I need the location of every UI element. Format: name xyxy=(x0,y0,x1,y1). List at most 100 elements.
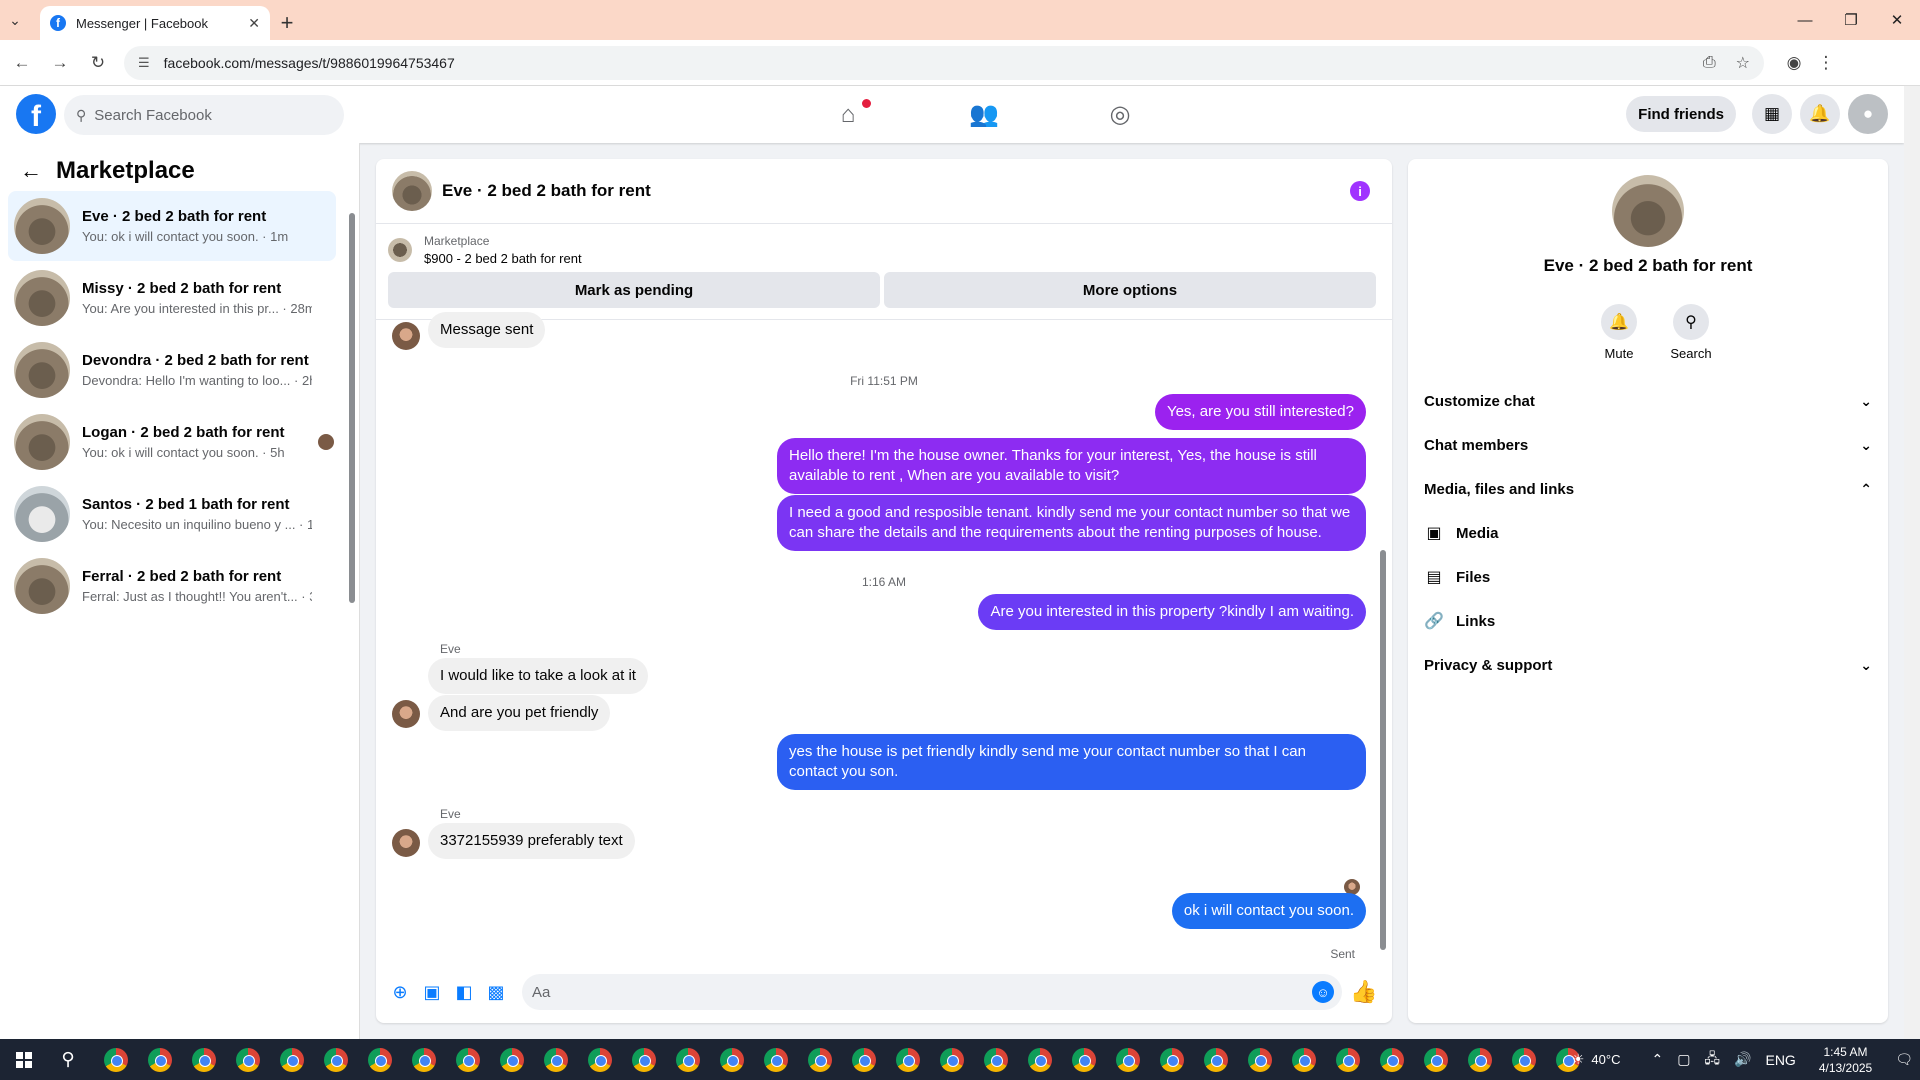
conversation-list-scrollbar[interactable] xyxy=(348,193,356,613)
thumbs-up-icon[interactable]: 👍 xyxy=(1350,979,1377,1005)
facebook-search-input[interactable]: ⚲ Search Facebook xyxy=(64,95,344,135)
back-icon[interactable]: ← xyxy=(6,47,38,79)
groups-icon[interactable]: ◎ xyxy=(1052,86,1188,143)
url-input[interactable]: ☰ facebook.com/messages/t/98860199647534… xyxy=(124,45,1764,80)
page-scrollbar[interactable] xyxy=(1904,86,1920,1039)
files-item[interactable]: ▤ Files xyxy=(1424,555,1872,599)
info-icon[interactable]: i xyxy=(1350,181,1370,201)
plus-icon[interactable]: ⊕ xyxy=(384,976,416,1008)
conversation-item[interactable]: Logan · 2 bed 2 bath for rent You: ok i w… xyxy=(8,407,336,477)
listing-thumbnail[interactable] xyxy=(388,238,412,262)
chrome-taskbar-icon[interactable] xyxy=(1150,1039,1194,1080)
mark-as-pending-button[interactable]: Mark as pending xyxy=(388,272,880,308)
chrome-taskbar-icon[interactable] xyxy=(94,1039,138,1080)
back-arrow-icon[interactable]: ← xyxy=(20,158,42,184)
tab-search-icon[interactable]: ⌄ xyxy=(0,0,30,40)
chrome-taskbar-icon[interactable] xyxy=(622,1039,666,1080)
search-button[interactable]: ⚲ Search xyxy=(1655,304,1727,361)
chrome-taskbar-icon[interactable] xyxy=(1194,1039,1238,1080)
menu-grid-icon[interactable]: ▦ xyxy=(1752,94,1792,134)
meet-icon[interactable]: ▢ xyxy=(1677,1051,1690,1068)
menu-kebab-icon[interactable]: ⋮ xyxy=(1810,53,1842,73)
scrollbar-thumb[interactable] xyxy=(1380,550,1386,950)
listing-price[interactable]: $900 - 2 bed 2 bath for rent xyxy=(424,251,582,266)
start-button[interactable] xyxy=(0,1039,48,1080)
media-files-links-section[interactable]: Media, files and links ⌃ xyxy=(1424,467,1872,511)
new-tab-icon[interactable]: + xyxy=(270,6,304,40)
chrome-taskbar-icon[interactable] xyxy=(1370,1039,1414,1080)
more-options-button[interactable]: More options xyxy=(884,272,1376,308)
chrome-taskbar-icon[interactable] xyxy=(1018,1039,1062,1080)
chrome-taskbar-icon[interactable] xyxy=(1238,1039,1282,1080)
weather-icon[interactable]: ☀ xyxy=(1572,1051,1585,1068)
gif-icon[interactable]: ▩ xyxy=(480,976,512,1008)
chrome-taskbar-icon[interactable] xyxy=(798,1039,842,1080)
bookmark-star-icon[interactable]: ☆ xyxy=(1736,53,1750,73)
chevron-up-icon[interactable]: ⌃ xyxy=(1651,1051,1663,1068)
profile-icon[interactable]: ◉ xyxy=(1778,53,1810,73)
site-info-icon[interactable]: ☰ xyxy=(138,55,150,71)
forward-icon[interactable]: → xyxy=(44,47,76,79)
chrome-taskbar-icon[interactable] xyxy=(270,1039,314,1080)
emoji-icon[interactable]: ☺ xyxy=(1312,981,1334,1003)
taskbar-search-icon[interactable]: ⚲ xyxy=(48,1049,88,1070)
chrome-taskbar-icon[interactable] xyxy=(842,1039,886,1080)
notifications-bell-icon[interactable]: 🔔 xyxy=(1800,94,1840,134)
chrome-taskbar-icon[interactable] xyxy=(1282,1039,1326,1080)
media-item[interactable]: ▣ Media xyxy=(1424,511,1872,555)
chrome-taskbar-icon[interactable] xyxy=(1414,1039,1458,1080)
chrome-taskbar-icon[interactable] xyxy=(358,1039,402,1080)
chat-avatar[interactable] xyxy=(392,171,432,211)
browser-tab[interactable]: f Messenger | Facebook ✕ xyxy=(40,6,270,40)
chrome-taskbar-icon[interactable] xyxy=(226,1039,270,1080)
links-item[interactable]: 🔗 Links xyxy=(1424,599,1872,643)
conversation-item[interactable]: Santos · 2 bed 1 bath for rent You: Neces… xyxy=(8,479,336,549)
close-window-icon[interactable]: ✕ xyxy=(1874,0,1920,40)
chrome-taskbar-icon[interactable] xyxy=(886,1039,930,1080)
chrome-taskbar-icon[interactable] xyxy=(666,1039,710,1080)
account-avatar[interactable]: ● xyxy=(1848,94,1888,134)
chrome-taskbar-icon[interactable] xyxy=(578,1039,622,1080)
volume-icon[interactable]: 🔊 xyxy=(1734,1051,1751,1068)
chrome-taskbar-icon[interactable] xyxy=(402,1039,446,1080)
restore-icon[interactable]: ❐ xyxy=(1828,0,1874,40)
chrome-taskbar-icon[interactable] xyxy=(754,1039,798,1080)
conversation-item[interactable]: Eve · 2 bed 2 bath for rent You: ok i wil… xyxy=(8,191,336,261)
chrome-taskbar-icon[interactable] xyxy=(1106,1039,1150,1080)
chrome-taskbar-icon[interactable] xyxy=(974,1039,1018,1080)
chrome-taskbar-icon[interactable] xyxy=(446,1039,490,1080)
friends-icon[interactable]: 👥 xyxy=(916,86,1052,143)
customize-chat-section[interactable]: Customize chat ⌄ xyxy=(1424,379,1872,423)
message-input[interactable]: Aa ☺ xyxy=(522,974,1342,1010)
chrome-taskbar-icon[interactable] xyxy=(490,1039,534,1080)
notification-center-icon[interactable]: 🗨 xyxy=(1895,1051,1913,1068)
chrome-taskbar-icon[interactable] xyxy=(930,1039,974,1080)
temperature[interactable]: 40°C xyxy=(1591,1052,1620,1067)
chrome-taskbar-icon[interactable] xyxy=(1502,1039,1546,1080)
chrome-taskbar-icon[interactable] xyxy=(534,1039,578,1080)
language-indicator[interactable]: ENG xyxy=(1765,1052,1795,1068)
profile-avatar[interactable] xyxy=(1612,175,1684,247)
chat-members-section[interactable]: Chat members ⌄ xyxy=(1424,423,1872,467)
conversation-item[interactable]: Missy · 2 bed 2 bath for rent You: Are yo… xyxy=(8,263,336,333)
home-icon[interactable]: ⌂ xyxy=(780,86,916,143)
chrome-taskbar-icon[interactable] xyxy=(1326,1039,1370,1080)
reload-icon[interactable]: ↻ xyxy=(82,47,114,79)
photo-icon[interactable]: ▣ xyxy=(416,976,448,1008)
chrome-taskbar-icon[interactable] xyxy=(314,1039,358,1080)
privacy-support-section[interactable]: Privacy & support ⌄ xyxy=(1424,643,1872,687)
chrome-taskbar-icon[interactable] xyxy=(1458,1039,1502,1080)
clock[interactable]: 1:45 AM 4/13/2025 xyxy=(1819,1044,1872,1076)
conversation-item[interactable]: Ferral · 2 bed 2 bath for rent Ferral: Ju… xyxy=(8,551,336,621)
thread-scrollbar[interactable] xyxy=(1378,320,1388,963)
install-app-icon[interactable]: ⎙ xyxy=(1703,54,1716,72)
chat-title[interactable]: Eve · 2 bed 2 bath for rent xyxy=(442,181,651,201)
scrollbar-thumb[interactable] xyxy=(349,213,355,603)
chrome-taskbar-icon[interactable] xyxy=(182,1039,226,1080)
chrome-taskbar-icon[interactable] xyxy=(138,1039,182,1080)
chrome-taskbar-icon[interactable] xyxy=(1062,1039,1106,1080)
close-tab-icon[interactable]: ✕ xyxy=(248,15,260,32)
conversation-item[interactable]: Devondra · 2 bed 2 bath for rent Devondra… xyxy=(8,335,336,405)
chrome-taskbar-icon[interactable] xyxy=(710,1039,754,1080)
minimize-icon[interactable]: — xyxy=(1782,0,1828,40)
